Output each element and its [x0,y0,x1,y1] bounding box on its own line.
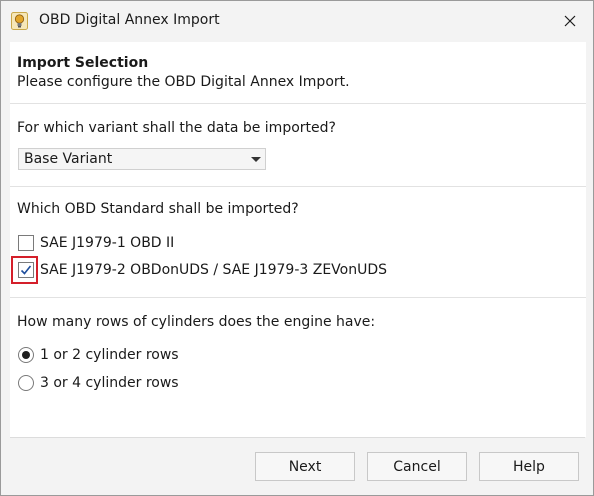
cylinders-question: How many rows of cylinders does the engi… [17,314,376,330]
radio-label: 3 or 4 cylinder rows [40,375,179,391]
radio-label: 1 or 2 cylinder rows [40,347,179,363]
window-title: OBD Digital Annex Import [39,12,220,28]
cancel-button[interactable]: Cancel [367,452,467,481]
checkbox-label: SAE J1979-1 OBD II [40,235,175,251]
section-divider [10,297,586,298]
help-button[interactable]: Help [479,452,579,481]
variant-select-value: Base Variant [24,151,113,167]
section-divider [10,103,586,104]
page-title: Import Selection [17,55,149,71]
chevron-down-icon [251,157,261,162]
checkbox-sae-j1979-1[interactable]: SAE J1979-1 OBD II [18,234,174,252]
import-dialog: OBD Digital Annex Import Import Selectio… [0,0,594,496]
dialog-content: Import Selection Please configure the OB… [10,42,586,437]
variant-question: For which variant shall the data be impo… [17,120,336,136]
footer-divider [10,437,585,438]
title-bar: OBD Digital Annex Import [1,1,593,41]
variant-select[interactable]: Base Variant [18,148,266,170]
section-divider [10,186,586,187]
checkbox-label: SAE J1979-2 OBDonUDS / SAE J1979-3 ZEVon… [40,262,388,278]
checkbox-box[interactable] [18,235,34,251]
next-button[interactable]: Next [255,452,355,481]
page-subtitle: Please configure the OBD Digital Annex I… [17,74,350,90]
lightbulb-app-icon [11,12,28,30]
radio-1-or-2-rows[interactable]: 1 or 2 cylinder rows [18,346,179,364]
checkbox-box[interactable] [18,262,34,278]
radio-3-or-4-rows[interactable]: 3 or 4 cylinder rows [18,374,179,392]
standard-question: Which OBD Standard shall be imported? [17,201,299,217]
checkmark-icon [20,265,32,275]
close-icon [564,15,576,27]
radio-button[interactable] [18,347,34,363]
close-button[interactable] [547,1,593,41]
checkbox-sae-j1979-2[interactable]: SAE J1979-2 OBDonUDS / SAE J1979-3 ZEVon… [18,261,387,279]
radio-button[interactable] [18,375,34,391]
